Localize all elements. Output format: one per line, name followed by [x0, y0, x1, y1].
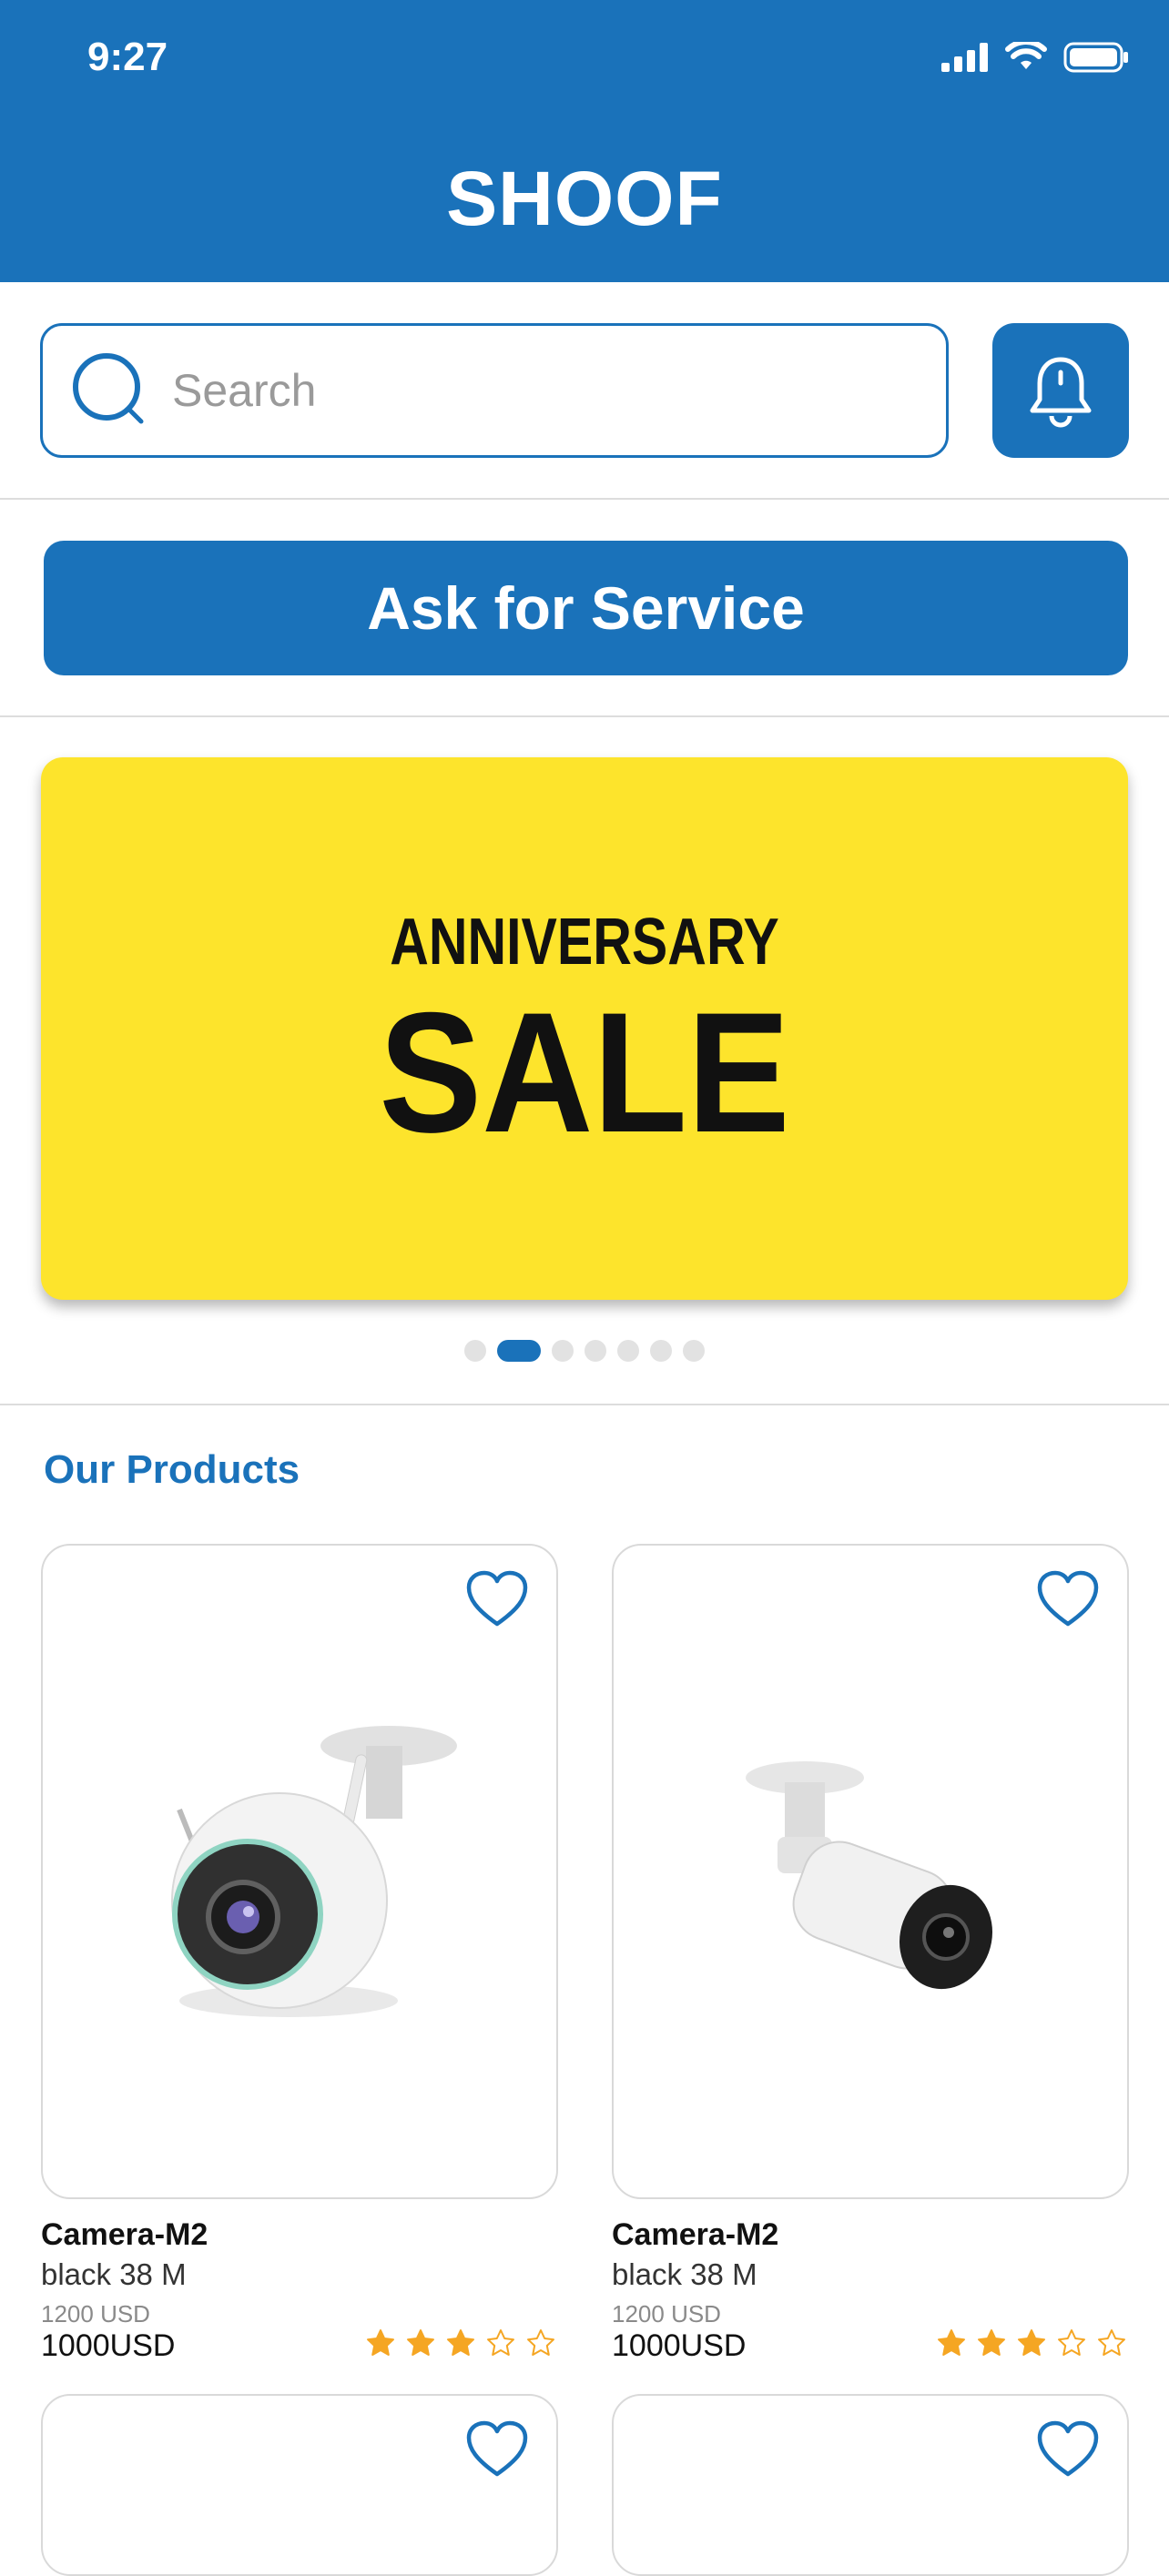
star-icon	[1018, 2329, 1045, 2356]
signal-icon	[941, 43, 988, 72]
star-icon	[938, 2329, 965, 2356]
product-variant: black 38 M	[41, 2257, 187, 2291]
divider	[0, 1404, 1169, 1405]
star-icon	[447, 2329, 474, 2356]
heart-icon[interactable]	[1036, 1569, 1100, 1629]
search-input[interactable]	[170, 363, 920, 418]
heart-icon[interactable]	[465, 2419, 529, 2480]
ask-for-service-button[interactable]: Ask for Service	[44, 541, 1128, 675]
notifications-button[interactable]	[992, 323, 1129, 458]
carousel-pagination	[0, 1340, 1169, 1362]
carousel-dot[interactable]	[497, 1340, 541, 1362]
product-price: 1000USD	[41, 2328, 176, 2363]
search-icon	[73, 353, 144, 424]
carousel-dot[interactable]	[617, 1340, 639, 1362]
star-icon	[487, 2329, 514, 2356]
status-time: 9:27	[87, 35, 168, 79]
star-icon	[978, 2329, 1005, 2356]
wifi-icon	[1005, 42, 1047, 69]
product-image	[746, 1761, 993, 1990]
product-rating	[937, 2328, 1126, 2358]
banner-sale-text: SALE	[379, 977, 790, 1168]
star-icon	[1058, 2329, 1085, 2356]
status-icons	[941, 42, 1129, 73]
carousel-dot[interactable]	[464, 1340, 486, 1362]
search-box[interactable]	[40, 323, 949, 458]
bell-icon	[1030, 357, 1092, 428]
product-card[interactable]	[612, 1544, 1129, 2199]
product-card[interactable]	[41, 2394, 558, 2576]
carousel-dot[interactable]	[552, 1340, 574, 1362]
heart-icon[interactable]	[1036, 2419, 1100, 2480]
product-old-price: 1200 USD	[41, 2300, 150, 2328]
carousel-dot[interactable]	[650, 1340, 672, 1362]
divider	[0, 715, 1169, 717]
carousel-dot[interactable]	[683, 1340, 705, 1362]
product-name: Camera-M2	[612, 2217, 779, 2252]
battery-icon	[1063, 42, 1128, 73]
product-card[interactable]	[41, 1544, 558, 2199]
section-title: Our Products	[44, 1447, 300, 1492]
product-card[interactable]	[612, 2394, 1129, 2576]
promo-banner[interactable]: ANNIVERSARY SALE	[41, 757, 1128, 1300]
product-image	[171, 1726, 457, 2017]
star-icon	[367, 2329, 394, 2356]
app-title: SHOOF	[446, 156, 723, 241]
heart-icon[interactable]	[465, 1569, 529, 1629]
carousel-dot[interactable]	[584, 1340, 606, 1362]
star-icon	[1098, 2329, 1125, 2356]
star-icon	[527, 2329, 554, 2356]
product-old-price: 1200 USD	[612, 2300, 721, 2328]
product-variant: black 38 M	[612, 2257, 757, 2291]
banner-headline: ANNIVERSARY	[390, 906, 779, 979]
product-name: Camera-M2	[41, 2217, 208, 2252]
app-header: 9:27 SHOOF	[0, 0, 1169, 282]
product-rating	[366, 2328, 555, 2358]
star-icon	[407, 2329, 434, 2356]
product-price: 1000USD	[612, 2328, 747, 2363]
divider	[0, 498, 1169, 500]
